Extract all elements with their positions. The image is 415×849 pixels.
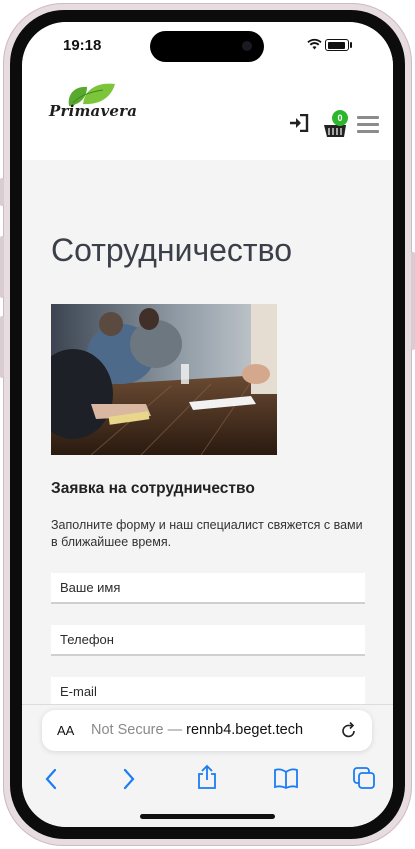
- dynamic-island: [150, 31, 264, 62]
- tabs-icon[interactable]: [351, 765, 377, 791]
- wifi-icon: [307, 38, 322, 50]
- side-button: [0, 236, 4, 298]
- text-size-button[interactable]: AA: [57, 723, 74, 738]
- side-button: [0, 316, 4, 378]
- status-time: 19:18: [63, 37, 102, 54]
- address-bar[interactable]: AA Not Secure — rennb4.beget.tech: [42, 710, 372, 751]
- site-logo[interactable]: Primavera: [49, 78, 139, 128]
- bookmarks-icon[interactable]: [273, 766, 299, 792]
- forward-icon[interactable]: [115, 766, 141, 792]
- side-button: [411, 252, 415, 350]
- home-indicator: [140, 814, 275, 819]
- phone-field[interactable]: [51, 625, 365, 656]
- share-icon[interactable]: [194, 764, 220, 790]
- form-description: Заполните форму и наш специалист свяжетс…: [51, 518, 363, 549]
- side-button: [0, 178, 4, 206]
- meeting-photo: [51, 304, 277, 455]
- url-text[interactable]: Not Secure — rennb4.beget.tech: [91, 722, 303, 738]
- url-domain: rennb4.beget.tech: [186, 722, 304, 738]
- logo-text: Primavera: [49, 102, 138, 120]
- security-label: Not Secure —: [91, 722, 183, 738]
- name-field[interactable]: [51, 573, 365, 604]
- form-title: Заявка на сотрудничество: [51, 480, 255, 497]
- cart-count-badge: 0: [332, 110, 348, 126]
- status-bar: 19:18: [22, 22, 393, 74]
- battery-icon: [325, 39, 352, 51]
- phone-screen: 19:18 Primavera 0 Сотрудничество Заявка …: [22, 22, 393, 827]
- back-icon[interactable]: [40, 766, 66, 792]
- site-header: Primavera 0: [22, 74, 393, 160]
- reload-icon[interactable]: [341, 722, 357, 739]
- menu-icon[interactable]: [357, 116, 379, 134]
- page-title: Сотрудничество: [51, 232, 293, 268]
- login-icon[interactable]: [289, 114, 309, 132]
- camera-icon: [242, 41, 252, 51]
- cart-button[interactable]: 0: [323, 110, 349, 138]
